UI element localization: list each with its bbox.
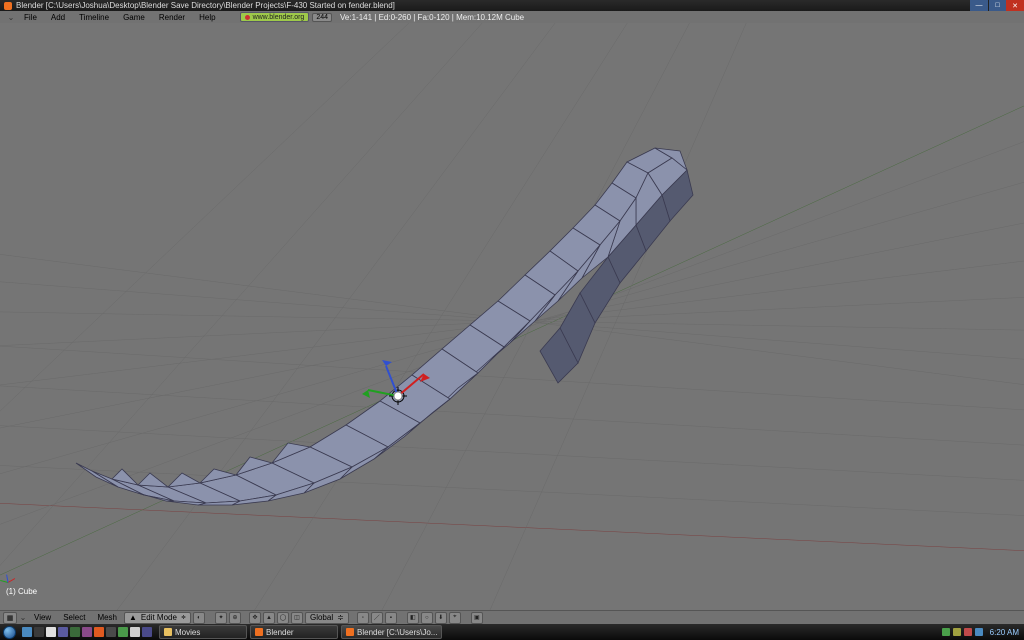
mode-selector[interactable]: ▲ Edit Mode ≑ bbox=[124, 612, 191, 624]
ql-icon[interactable] bbox=[46, 627, 56, 637]
minimize-button[interactable]: — bbox=[970, 0, 988, 11]
mode-icon: ▲ bbox=[129, 613, 137, 622]
active-object-label: (1) Cube bbox=[6, 587, 37, 596]
scene-stats: Ve:1-141 | Ed:0-260 | Fa:0-120 | Mem:10.… bbox=[340, 13, 524, 22]
blender-url-chip[interactable]: www.blender.org bbox=[240, 12, 310, 22]
menu-select[interactable]: Select bbox=[58, 613, 90, 622]
tray-icon[interactable] bbox=[953, 628, 961, 636]
menu-file[interactable]: File bbox=[18, 13, 43, 22]
menu-mesh[interactable]: Mesh bbox=[92, 613, 122, 622]
pivot-median-icon[interactable]: ✦ bbox=[215, 612, 227, 624]
sel-edge-icon[interactable]: ／ bbox=[371, 612, 383, 624]
render-preview-icon[interactable]: ▣ bbox=[471, 612, 483, 624]
rotate-manip-icon[interactable]: ◯ bbox=[277, 612, 289, 624]
start-button[interactable] bbox=[0, 624, 18, 640]
sel-face-icon[interactable]: ▪ bbox=[385, 612, 397, 624]
snap-icon[interactable]: ⬇ bbox=[435, 612, 447, 624]
scale-manip-icon[interactable]: ◫ bbox=[291, 612, 303, 624]
version-number: 244 bbox=[312, 13, 332, 22]
blender-icon bbox=[346, 628, 354, 636]
quick-launch bbox=[18, 627, 156, 637]
ql-icon[interactable] bbox=[130, 627, 140, 637]
ql-icon[interactable] bbox=[82, 627, 92, 637]
dropdown-icon: ≑ bbox=[181, 614, 186, 621]
menu-view[interactable]: View bbox=[29, 613, 56, 622]
url-text: www.blender.org bbox=[253, 14, 305, 21]
viewport-canvas bbox=[0, 23, 1024, 610]
task-blender[interactable]: Blender bbox=[250, 625, 338, 639]
close-button[interactable]: ✕ bbox=[1006, 0, 1024, 11]
sel-vertex-icon[interactable]: ▫ bbox=[357, 612, 369, 624]
folder-icon bbox=[164, 628, 172, 636]
ql-icon[interactable] bbox=[142, 627, 152, 637]
manipulator-toggle-icon[interactable]: ✥ bbox=[249, 612, 261, 624]
tray-icon[interactable] bbox=[942, 628, 950, 636]
translate-manip-icon[interactable]: ▲ bbox=[263, 612, 275, 624]
task-blender-file[interactable]: Blender [C:\Users\Jo... bbox=[341, 625, 442, 639]
ql-icon[interactable] bbox=[22, 627, 32, 637]
menu-render[interactable]: Render bbox=[153, 13, 191, 22]
system-tray: 6:20 AM bbox=[942, 628, 1024, 637]
orientation-label: Global bbox=[310, 613, 333, 622]
shading-selector[interactable]: ◐ bbox=[193, 612, 205, 624]
ql-icon[interactable] bbox=[118, 627, 128, 637]
header-collapse-icon[interactable]: ⌄ bbox=[6, 13, 16, 21]
maximize-button[interactable]: □ bbox=[988, 0, 1006, 11]
orientation-selector[interactable]: Global ≑ bbox=[305, 612, 349, 624]
taskbar-clock[interactable]: 6:20 AM bbox=[990, 628, 1019, 637]
ql-icon[interactable] bbox=[94, 627, 104, 637]
3dview-header: ▦ ⌄ View Select Mesh ▲ Edit Mode ≑ ◐ ✦ ⊕… bbox=[0, 610, 1024, 624]
main-menu: ⌄ File Add Timeline Game Render Help bbox=[0, 13, 222, 22]
mode-label: Edit Mode bbox=[141, 613, 177, 622]
ql-icon[interactable] bbox=[34, 627, 44, 637]
editor-type-icon[interactable]: ▦ bbox=[3, 612, 17, 624]
viewport-overlay: (1) Cube bbox=[6, 571, 37, 596]
tray-expand-icon[interactable] bbox=[975, 628, 983, 636]
task-label: Blender [C:\Users\Jo... bbox=[357, 628, 437, 637]
mesh-object bbox=[76, 148, 693, 505]
menu-add[interactable]: Add bbox=[45, 13, 71, 22]
proportional-edit-icon[interactable]: ○ bbox=[421, 612, 433, 624]
blender-app-icon bbox=[4, 2, 12, 10]
task-label: Movies bbox=[175, 628, 200, 637]
3d-viewport[interactable]: (1) Cube bbox=[0, 23, 1024, 610]
menu-game[interactable]: Game bbox=[117, 13, 151, 22]
limit-selection-icon[interactable]: ◧ bbox=[407, 612, 419, 624]
task-label: Blender bbox=[266, 628, 294, 637]
chevron-down-icon[interactable]: ⌄ bbox=[19, 613, 27, 622]
ql-icon[interactable] bbox=[106, 627, 116, 637]
menu-help[interactable]: Help bbox=[193, 13, 221, 22]
window-titlebar: Blender [C:\Users\Joshua\Desktop\Blender… bbox=[0, 0, 1024, 11]
ql-icon[interactable] bbox=[58, 627, 68, 637]
record-dot-icon bbox=[245, 15, 250, 20]
info-header: ⌄ File Add Timeline Game Render Help www… bbox=[0, 11, 1024, 23]
menu-timeline[interactable]: Timeline bbox=[73, 13, 115, 22]
windows-taskbar: Movies Blender Blender [C:\Users\Jo... 6… bbox=[0, 624, 1024, 640]
tray-icon[interactable] bbox=[964, 628, 972, 636]
mini-axis-icon bbox=[6, 571, 20, 585]
blender-icon bbox=[255, 628, 263, 636]
snap-target-icon[interactable]: ⌖ bbox=[449, 612, 461, 624]
task-movies[interactable]: Movies bbox=[159, 625, 247, 639]
ql-icon[interactable] bbox=[70, 627, 80, 637]
pivot-toggle-icon[interactable]: ⊕ bbox=[229, 612, 241, 624]
window-title: Blender [C:\Users\Joshua\Desktop\Blender… bbox=[16, 1, 395, 10]
dropdown-icon: ≑ bbox=[337, 613, 344, 622]
